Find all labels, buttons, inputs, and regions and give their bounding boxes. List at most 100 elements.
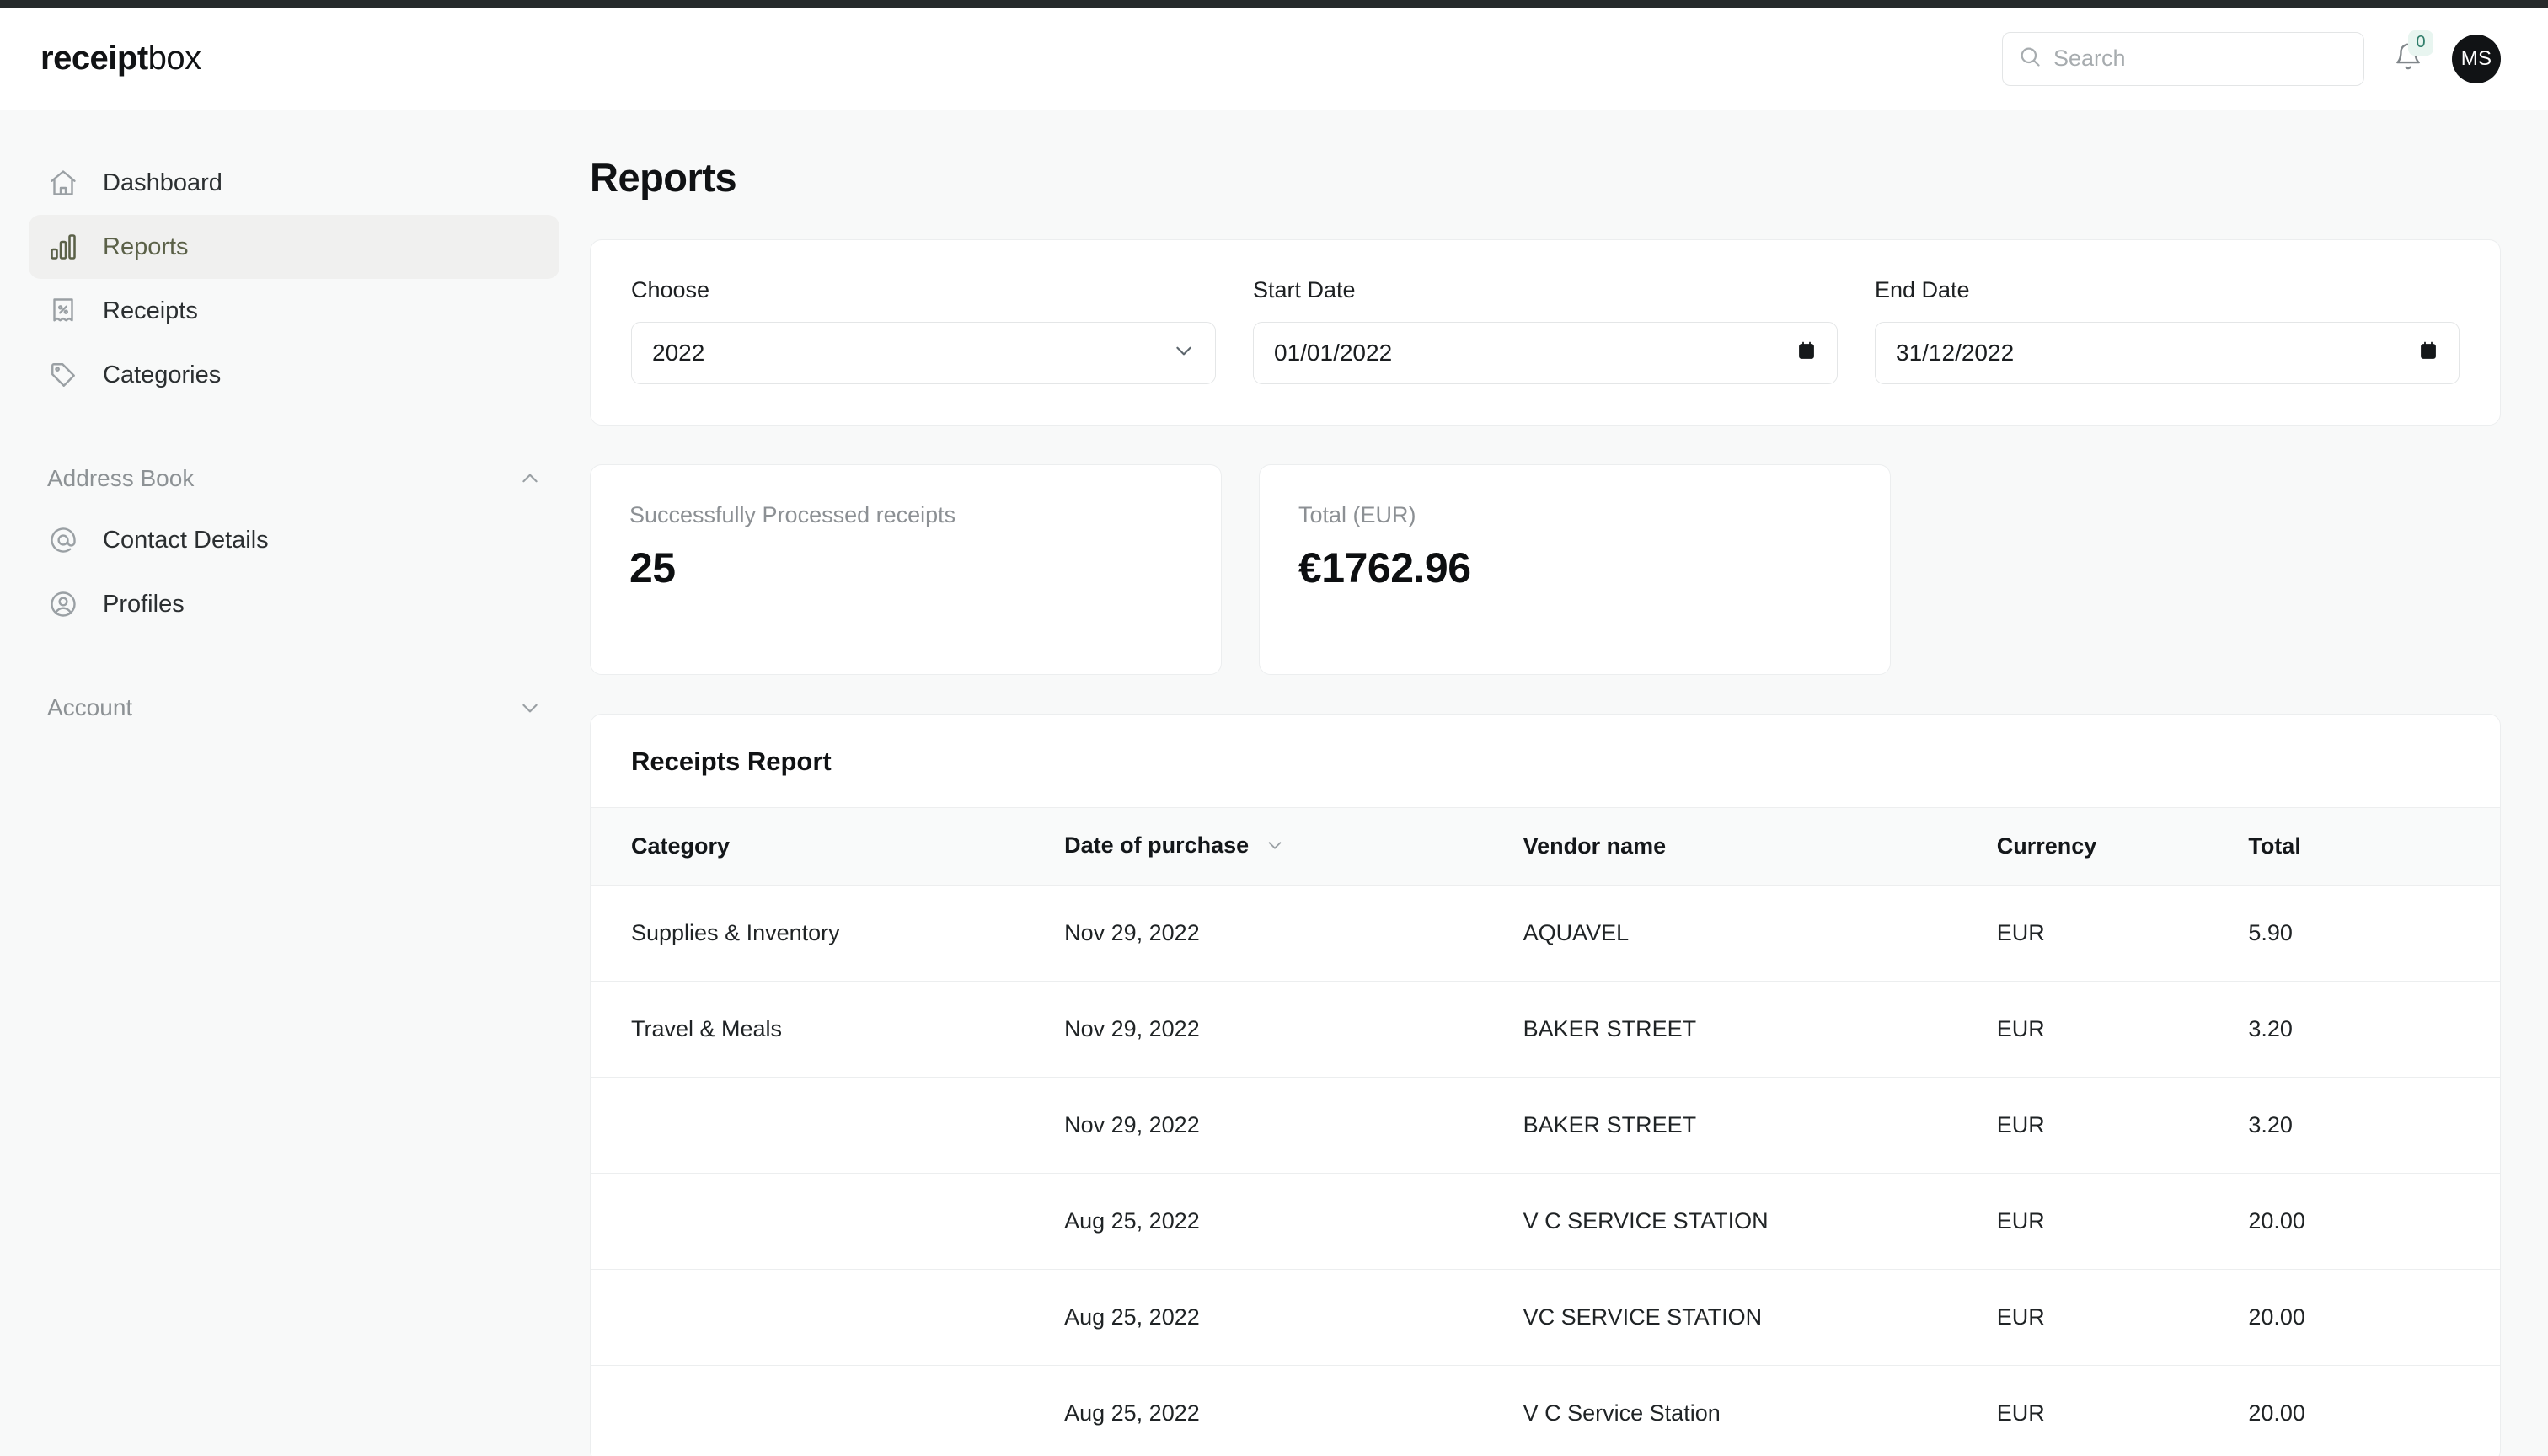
cell-vendor: BAKER STREET — [1523, 981, 1997, 1078]
cell-category: Supplies & Inventory — [591, 885, 1065, 982]
table-head: Category Date of purchase Vendor name Cu… — [591, 807, 2500, 886]
home-icon — [47, 167, 79, 199]
chevron-up-icon — [519, 468, 541, 490]
end-date-input[interactable]: 31/12/2022 — [1875, 322, 2460, 384]
sidebar-item-label: Categories — [103, 361, 222, 388]
search-box[interactable] — [2002, 31, 2364, 86]
chevron-down-icon — [1173, 340, 1195, 367]
table-row[interactable]: Aug 25, 2022 V C SERVICE STATION EUR 20.… — [591, 1173, 2500, 1270]
cell-total: 3.20 — [2248, 1077, 2500, 1174]
cell-date: Nov 29, 2022 — [1064, 1077, 1523, 1174]
table-row[interactable]: Supplies & Inventory Nov 29, 2022 AQUAVE… — [591, 885, 2500, 982]
search-input[interactable] — [2053, 46, 2348, 72]
cell-currency: EUR — [1996, 1173, 2249, 1270]
calendar-icon[interactable] — [1796, 340, 1817, 367]
start-date-label: Start Date — [1253, 277, 1356, 302]
table-row[interactable]: Travel & Meals Nov 29, 2022 BAKER STREET… — [591, 981, 2500, 1078]
sidebar-item-profiles[interactable]: Profiles — [29, 572, 559, 636]
report-title: Receipts Report — [631, 747, 832, 776]
cell-vendor: VC SERVICE STATION — [1523, 1269, 1997, 1366]
app-header: receiptbox 0 MS — [0, 8, 2548, 110]
cell-date: Nov 29, 2022 — [1064, 885, 1523, 982]
notifications-button[interactable]: 0 — [2386, 29, 2433, 81]
logo-light-text: box — [147, 40, 202, 77]
cell-vendor: V C SERVICE STATION — [1523, 1173, 1997, 1270]
tag-icon — [47, 359, 79, 391]
window-top-strip — [0, 0, 2548, 8]
stat-label: Total (EUR) — [1298, 502, 1416, 527]
logo-bold-text: receipt — [40, 40, 148, 77]
start-date-value: 01/01/2022 — [1274, 340, 1393, 366]
stat-value: 25 — [629, 544, 676, 592]
at-sign-icon — [47, 524, 79, 556]
cell-total: 20.00 — [2248, 1269, 2500, 1366]
table-body: Supplies & Inventory Nov 29, 2022 AQUAVE… — [591, 885, 2500, 1456]
cell-date: Aug 25, 2022 — [1064, 1173, 1523, 1270]
choose-field: Choose 2022 — [631, 277, 1216, 384]
end-date-label: End Date — [1875, 277, 1970, 302]
bar-chart-icon — [47, 231, 79, 263]
cell-date: Aug 25, 2022 — [1064, 1365, 1523, 1456]
end-date-value: 31/12/2022 — [1896, 340, 2015, 366]
avatar[interactable]: MS — [2452, 34, 2501, 83]
filters-card: Choose 2022 Start Date 01/01/2022 End Da… — [590, 239, 2501, 426]
year-select-value: 2022 — [652, 340, 705, 366]
search-icon — [2018, 45, 2042, 72]
table-row[interactable]: Nov 29, 2022 BAKER STREET EUR 3.20 — [591, 1077, 2500, 1174]
receipts-table: Category Date of purchase Vendor name Cu… — [591, 807, 2500, 1456]
sidebar-item-label: Contact Details — [103, 526, 269, 554]
column-header-date-label: Date of purchase — [1064, 832, 1250, 859]
cell-currency: EUR — [1996, 981, 2249, 1078]
cell-currency: EUR — [1996, 885, 2249, 982]
cell-category — [591, 1173, 1065, 1270]
column-header-date[interactable]: Date of purchase — [1064, 807, 1523, 886]
sidebar-section-address-book[interactable]: Address Book — [29, 449, 559, 508]
cell-date: Aug 25, 2022 — [1064, 1269, 1523, 1366]
stat-label: Successfully Processed receipts — [629, 502, 956, 527]
table-header-row: Category Date of purchase Vendor name Cu… — [591, 807, 2500, 886]
sidebar-item-label: Profiles — [103, 590, 185, 618]
cell-vendor: AQUAVEL — [1523, 885, 1997, 982]
sidebar-item-label: Reports — [103, 233, 189, 260]
receipts-report-card: Receipts Report Category Date of purchas… — [590, 714, 2501, 1456]
table-row[interactable]: Aug 25, 2022 VC SERVICE STATION EUR 20.0… — [591, 1269, 2500, 1366]
cell-currency: EUR — [1996, 1077, 2249, 1174]
column-header-category[interactable]: Category — [591, 807, 1065, 886]
table-row[interactable]: Aug 25, 2022 V C Service Station EUR 20.… — [591, 1365, 2500, 1456]
cell-currency: EUR — [1996, 1269, 2249, 1366]
cell-category — [591, 1077, 1065, 1174]
cell-total: 5.90 — [2248, 885, 2500, 982]
page-title: Reports — [590, 155, 737, 200]
cell-total: 20.00 — [2248, 1365, 2500, 1456]
cell-category: Travel & Meals — [591, 981, 1065, 1078]
user-circle-icon — [47, 588, 79, 620]
sidebar-item-categories[interactable]: Categories — [29, 343, 559, 407]
cell-category — [591, 1269, 1065, 1366]
sidebar-section-label: Address Book — [47, 465, 195, 491]
stat-value: €1762.96 — [1298, 544, 1471, 592]
column-header-currency[interactable]: Currency — [1996, 807, 2249, 886]
chevron-down-icon — [1266, 834, 1284, 860]
sidebar: Dashboard Reports Receipts Categories Ad… — [0, 110, 590, 1456]
cell-date: Nov 29, 2022 — [1064, 981, 1523, 1078]
sidebar-item-reports[interactable]: Reports — [29, 215, 559, 279]
sidebar-section-account[interactable]: Account — [29, 678, 559, 737]
receipt-icon — [47, 295, 79, 327]
column-header-vendor[interactable]: Vendor name — [1523, 807, 1997, 886]
sidebar-item-receipts[interactable]: Receipts — [29, 279, 559, 343]
year-select[interactable]: 2022 — [631, 322, 1216, 384]
column-header-total[interactable]: Total — [2248, 807, 2500, 886]
main-content: Reports Choose 2022 Start Date 01/01/202… — [590, 110, 2548, 1456]
cell-vendor: V C Service Station — [1523, 1365, 1997, 1456]
stats-row: Successfully Processed receipts 25 Total… — [590, 464, 2501, 675]
start-date-input[interactable]: 01/01/2022 — [1253, 322, 1838, 384]
sidebar-item-dashboard[interactable]: Dashboard — [29, 151, 559, 215]
stat-card-total: Total (EUR) €1762.96 — [1259, 464, 1891, 675]
choose-label: Choose — [631, 277, 710, 302]
sidebar-item-contact-details[interactable]: Contact Details — [29, 508, 559, 572]
sidebar-item-label: Dashboard — [103, 169, 222, 196]
sidebar-item-label: Receipts — [103, 297, 198, 324]
app-logo[interactable]: receiptbox — [40, 40, 201, 78]
calendar-icon[interactable] — [2418, 340, 2438, 367]
sidebar-section-label: Account — [47, 694, 133, 720]
